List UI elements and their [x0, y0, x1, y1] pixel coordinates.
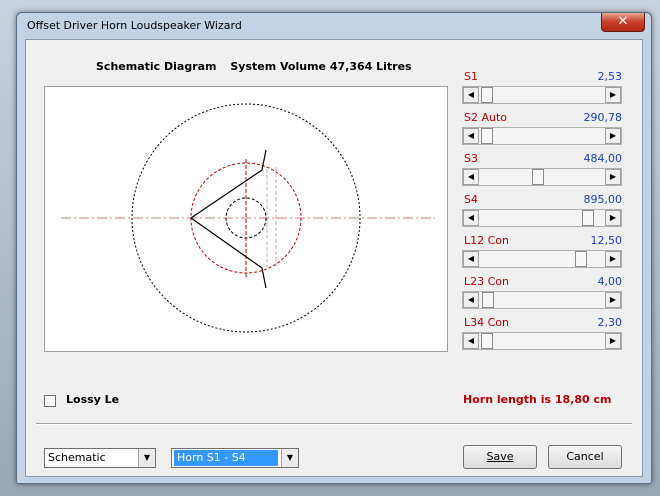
- param-label: S2 Auto: [464, 111, 508, 124]
- arrow-left-icon[interactable]: ◀: [463, 251, 479, 267]
- param-row: S2 Auto 290,78 ◀ ▶: [462, 111, 626, 151]
- param-label: L23 Con: [464, 275, 510, 288]
- param-scrollbar[interactable]: ◀ ▶: [462, 127, 622, 145]
- horn-combo-value: Horn S1 - S4: [174, 450, 278, 466]
- param-row: L12 Con 12,50 ◀ ▶: [462, 234, 626, 274]
- lossy-checkbox[interactable]: [44, 395, 56, 407]
- wizard-dialog: Offset Driver Horn Loudspeaker Wizard ✕ …: [16, 12, 652, 484]
- schematic-canvas: [44, 86, 448, 352]
- param-value: 290,78: [583, 111, 623, 124]
- arrow-left-icon[interactable]: ◀: [463, 169, 479, 185]
- arrow-right-icon[interactable]: ▶: [605, 333, 621, 349]
- param-scrollbar[interactable]: ◀ ▶: [462, 291, 622, 309]
- schematic-heading: Schematic Diagram: [96, 60, 217, 73]
- schematic-diagram: [61, 103, 435, 333]
- arrow-right-icon[interactable]: ▶: [605, 128, 621, 144]
- param-row: S1 2,53 ◀ ▶: [462, 70, 626, 110]
- param-value: 895,00: [583, 193, 623, 206]
- close-button[interactable]: ✕: [601, 13, 645, 32]
- param-value: 2,53: [597, 70, 623, 83]
- cancel-button[interactable]: Cancel: [548, 445, 622, 469]
- param-value: 12,50: [590, 234, 623, 247]
- arrow-left-icon[interactable]: ◀: [463, 87, 479, 103]
- param-scrollbar[interactable]: ◀ ▶: [462, 209, 622, 227]
- view-combo[interactable]: Schematic ▼: [44, 448, 156, 468]
- arrow-left-icon[interactable]: ◀: [463, 333, 479, 349]
- view-combo-value: Schematic: [48, 451, 106, 464]
- param-scrollbar[interactable]: ◀ ▶: [462, 250, 622, 268]
- lossy-label: Lossy Le: [66, 393, 120, 406]
- save-button[interactable]: Save: [463, 445, 537, 469]
- arrow-left-icon[interactable]: ◀: [463, 128, 479, 144]
- param-label: L12 Con: [464, 234, 510, 247]
- param-row: L34 Con 2,30 ◀ ▶: [462, 316, 626, 356]
- param-value: 4,00: [597, 275, 623, 288]
- param-row: S3 484,00 ◀ ▶: [462, 152, 626, 192]
- param-value: 484,00: [583, 152, 623, 165]
- window-title: Offset Driver Horn Loudspeaker Wizard: [27, 19, 242, 32]
- horn-profile: [189, 149, 267, 289]
- arrow-right-icon[interactable]: ▶: [605, 251, 621, 267]
- save-label: Save: [486, 450, 514, 463]
- param-row: S4 895,00 ◀ ▶: [462, 193, 626, 233]
- arrow-right-icon[interactable]: ▶: [605, 292, 621, 308]
- system-volume-heading: System Volume 47,364 Litres: [230, 60, 412, 73]
- horn-combo[interactable]: Horn S1 - S4 ▼: [171, 448, 299, 468]
- arrow-right-icon[interactable]: ▶: [605, 169, 621, 185]
- chevron-down-icon[interactable]: ▼: [281, 449, 298, 467]
- param-label: S1: [464, 70, 478, 83]
- scroll-thumb[interactable]: [481, 128, 493, 144]
- scroll-thumb[interactable]: [481, 333, 493, 349]
- scroll-thumb[interactable]: [582, 210, 594, 226]
- chevron-down-icon[interactable]: ▼: [138, 449, 155, 467]
- param-value: 2,30: [597, 316, 623, 329]
- param-label: L34 Con: [464, 316, 510, 329]
- scroll-thumb[interactable]: [481, 87, 493, 103]
- title-bar[interactable]: Offset Driver Horn Loudspeaker Wizard ✕: [17, 13, 651, 37]
- param-label: S4: [464, 193, 478, 206]
- horn-length-text: Horn length is 18,80 cm: [463, 393, 612, 406]
- param-row: L23 Con 4,00 ◀ ▶: [462, 275, 626, 315]
- diagram-heading: Schematic Diagram System Volume 47,364 L…: [96, 60, 422, 73]
- param-label: S3: [464, 152, 478, 165]
- scroll-thumb[interactable]: [575, 251, 587, 267]
- separator: [36, 423, 632, 425]
- param-scrollbar[interactable]: ◀ ▶: [462, 168, 622, 186]
- param-scrollbar[interactable]: ◀ ▶: [462, 86, 622, 104]
- scroll-thumb[interactable]: [482, 292, 494, 308]
- param-scrollbar[interactable]: ◀ ▶: [462, 332, 622, 350]
- arrow-right-icon[interactable]: ▶: [605, 210, 621, 226]
- arrow-left-icon[interactable]: ◀: [463, 292, 479, 308]
- arrow-right-icon[interactable]: ▶: [605, 87, 621, 103]
- dialog-client: Schematic Diagram System Volume 47,364 L…: [25, 39, 643, 477]
- arrow-left-icon[interactable]: ◀: [463, 210, 479, 226]
- scroll-thumb[interactable]: [532, 169, 544, 185]
